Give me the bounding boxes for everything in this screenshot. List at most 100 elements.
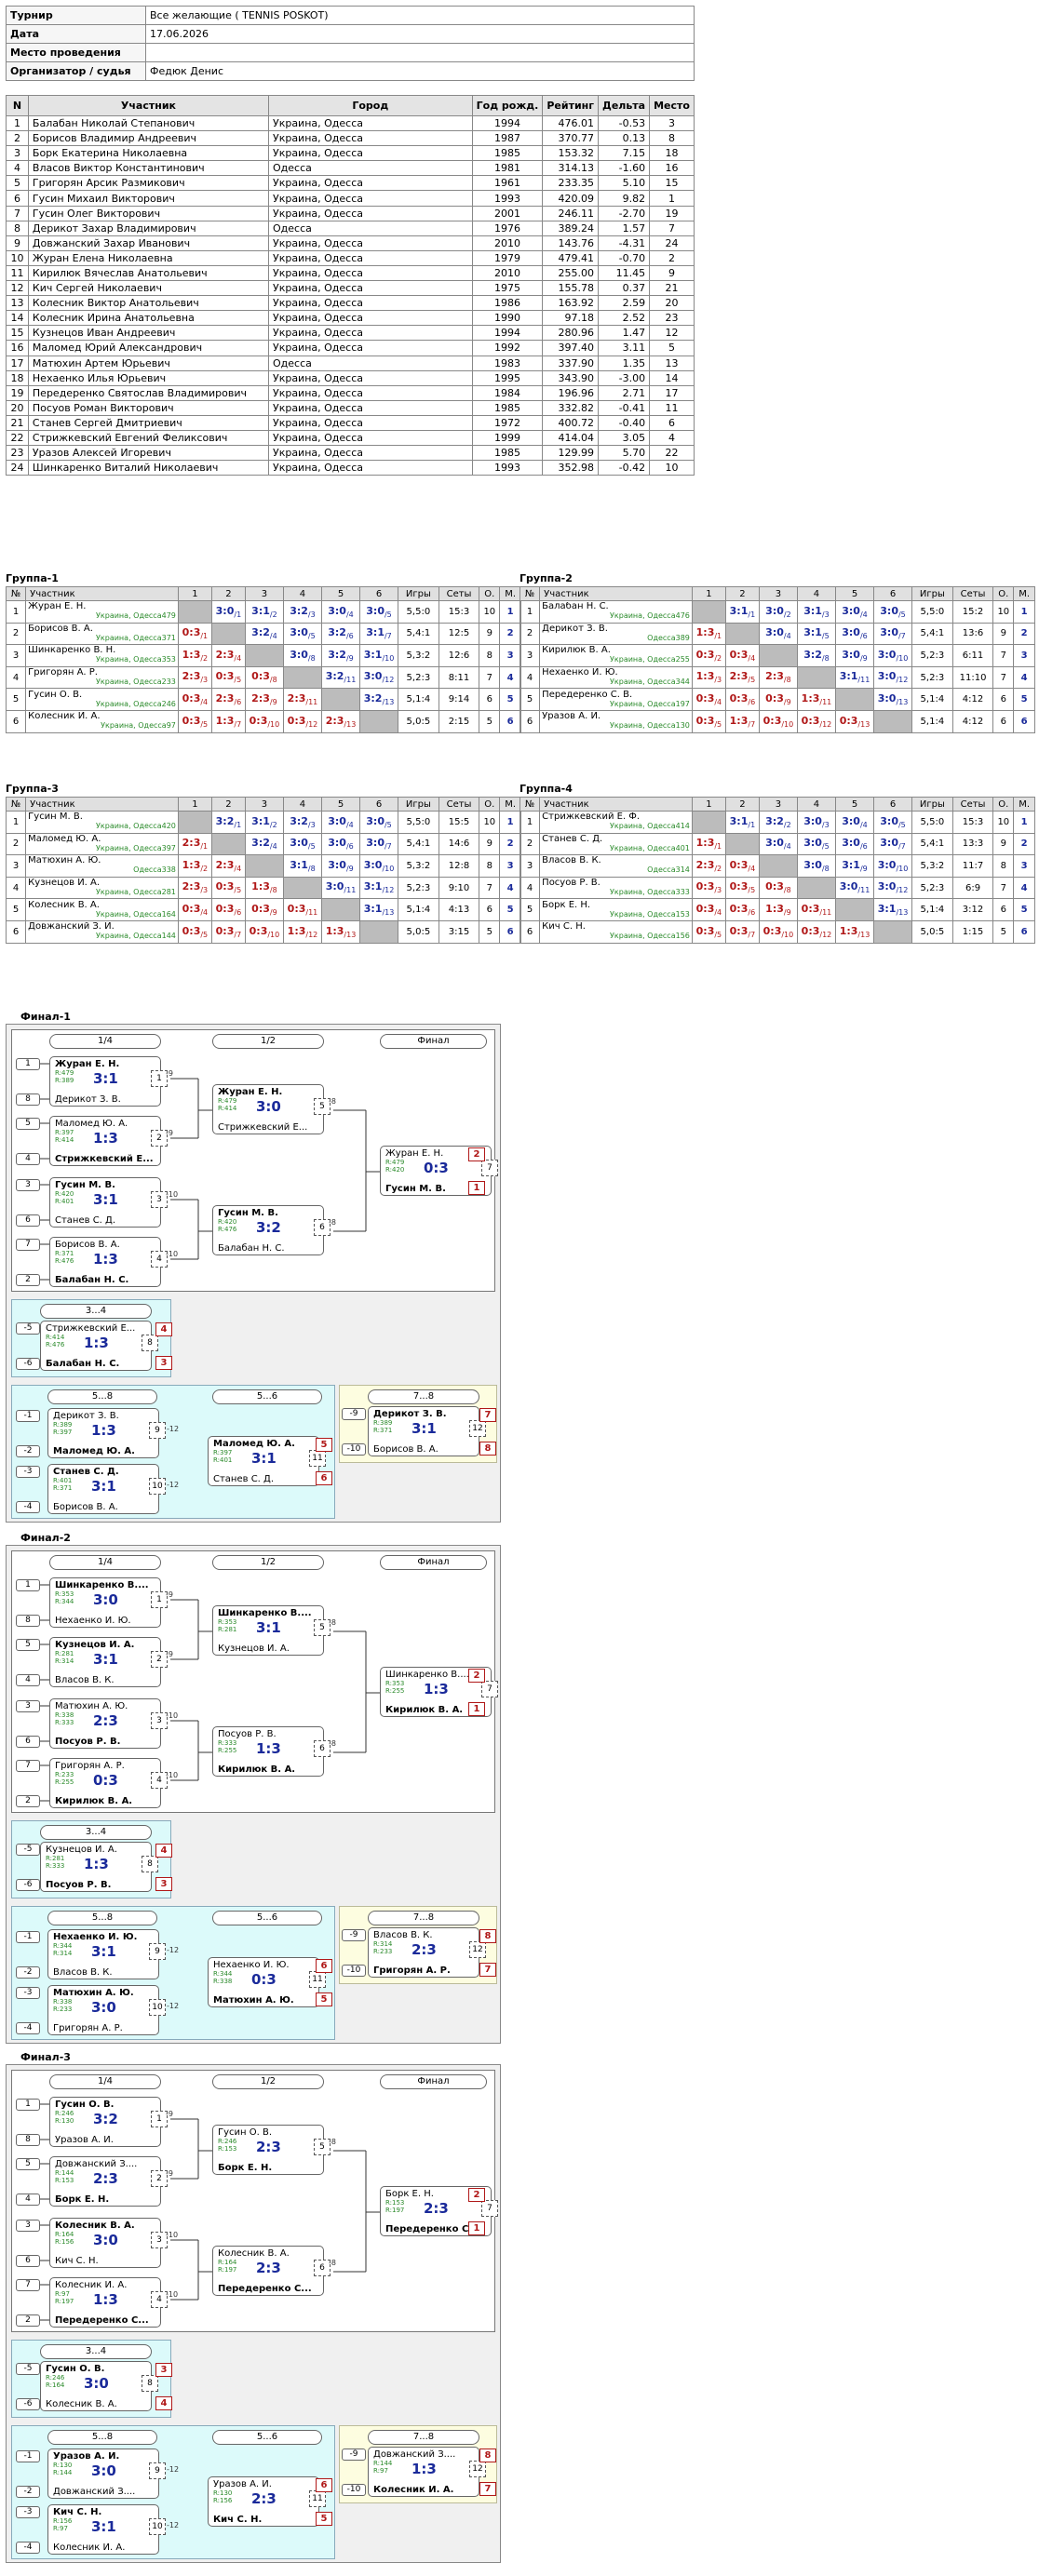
group-row-number: 3 xyxy=(5,644,27,667)
place-badge: 2 xyxy=(468,1669,485,1683)
group-match-number: /5 xyxy=(307,842,316,852)
group-match-score: 0:3 xyxy=(251,670,270,683)
group-match-number: /10 xyxy=(382,654,395,664)
match-score: 3:1 xyxy=(91,1943,116,1960)
group-match-score: 3:2 xyxy=(765,814,784,827)
group-match-score: 1:3 xyxy=(695,837,715,850)
group-match-cell: 3:1/2 xyxy=(244,811,284,834)
group-match-cell: 3:0/8 xyxy=(796,854,836,878)
participant-delta: 9.82 xyxy=(598,190,651,207)
match-score: 1:3 xyxy=(93,1251,118,1268)
group-match-number: /3 xyxy=(307,820,316,829)
participant-row: 16 Маломед Юрий Александрович Украина, Оде… xyxy=(6,340,695,356)
seed-box: 7 xyxy=(16,1760,40,1772)
group-match-score: 3:0 xyxy=(839,880,858,893)
group-match-score: 3:1 xyxy=(366,626,385,639)
participant-city: Одесса xyxy=(267,355,473,371)
group-sets: 11:7 xyxy=(951,854,994,878)
group-row-number: 2 xyxy=(519,832,541,856)
group-match-number: /1 xyxy=(234,610,242,619)
group-cell-self xyxy=(177,811,212,834)
group-match-number: /2 xyxy=(714,654,722,664)
group-match-cell: 3:2/1 xyxy=(210,811,246,834)
group-match-cell: 0:3/6 xyxy=(724,688,760,711)
group-cell-self xyxy=(691,600,726,624)
group-match-number: /8 xyxy=(821,865,830,874)
seed-box: 8 xyxy=(16,2134,40,2146)
group-row: 4 Григорян А. Р. 233 Украина, Одесса 2:3/3 0:… xyxy=(5,665,521,690)
group-player-city-text: Украина, Одесса xyxy=(610,699,676,708)
group-header-row: № Участник 1 2 3 4 5 6 Игры Сеты О. М. xyxy=(519,797,1035,812)
match-rating-1: R:479 xyxy=(385,1159,405,1166)
group-player-name: Колесник В. А. xyxy=(28,900,100,910)
match-rating-1: R:344 xyxy=(213,1970,233,1978)
group-match-number: /5 xyxy=(200,719,209,729)
group-row: 5 Гусин О. В. 246 Украина, Одесса 0:3/4 2:3/6… xyxy=(5,688,521,711)
loser-reference: -9 xyxy=(166,1069,173,1078)
group-match-number: /6 xyxy=(234,908,242,918)
participant-city: Украина, Одесса xyxy=(267,460,473,476)
info-row: Место проведения xyxy=(6,43,695,62)
participant-rating: 479.41 xyxy=(542,249,600,266)
participant-delta: 1.47 xyxy=(598,325,651,342)
participant-year: 1972 xyxy=(471,414,544,431)
group-match-score: 3:0 xyxy=(290,648,308,661)
match-score: 3:1 xyxy=(256,1619,281,1636)
group-match-number: /11 xyxy=(819,908,832,918)
group-col-games: Игры xyxy=(398,797,439,812)
group-col-name: Участник xyxy=(25,586,179,601)
group-row: 5 Колесник В. А. 164 Украина, Одесса 0:3/4 0:… xyxy=(5,898,521,921)
participant-place: 5 xyxy=(649,340,695,356)
seed-box: -5 xyxy=(16,1322,40,1335)
group-player: Борк Е. Н. 153 Украина, Одесса xyxy=(539,898,693,921)
group-place: 3 xyxy=(1013,854,1035,878)
group-match-score: 3:0 xyxy=(366,837,385,850)
group-sets: 3:15 xyxy=(438,919,480,944)
group-match-number: /11 xyxy=(857,886,870,895)
match-rating-2: R:97 xyxy=(53,2525,68,2532)
participant-delta: 0.37 xyxy=(598,280,651,297)
group-match-score: 1:3 xyxy=(801,692,820,705)
group-match-score: 3:0 xyxy=(880,626,898,639)
participant-city: Украина, Одесса xyxy=(267,190,473,207)
group-place: 1 xyxy=(1013,811,1035,834)
group-col-no: № xyxy=(5,586,27,601)
participant-n: 21 xyxy=(6,414,29,431)
group-points: 8 xyxy=(479,854,501,878)
participant-place: 10 xyxy=(649,460,695,476)
match-player-1: Уразов А. И. xyxy=(53,2451,120,2462)
group-match-number: /13 xyxy=(344,930,357,939)
participant-year: 1993 xyxy=(471,460,544,476)
match-rating-2: R:401 xyxy=(55,1198,74,1205)
group-header-row: № Участник 1 2 3 4 5 6 Игры Сеты О. М. xyxy=(5,797,521,812)
match-rating-1: R:479 xyxy=(55,1069,74,1077)
seed-box: -1 xyxy=(16,1931,40,1943)
group-match-number: /12 xyxy=(819,719,832,729)
place-badge: 7 xyxy=(479,1408,496,1422)
participant-city: Украина, Одесса xyxy=(267,429,473,447)
participant-delta: 5.70 xyxy=(598,445,651,462)
participant-city: Украина, Одесса xyxy=(267,295,473,312)
group-match-score: 1:3 xyxy=(729,714,749,727)
bracket-match: Довжанский З.... R:144 R:97 1:3 Колесник И. … xyxy=(368,2447,486,2497)
group-row-number: 4 xyxy=(5,665,27,690)
group-col-c1: 1 xyxy=(177,797,212,812)
match-player-2: Посуов Р. В. xyxy=(55,1737,121,1747)
match-rating-1: R:246 xyxy=(218,2138,237,2145)
group-row: 1 Гусин М. В. 420 Украина, Одесса 3:2/1 3:1/2… xyxy=(5,811,521,834)
seed-box: 7 xyxy=(16,1239,40,1251)
group-match-number: /6 xyxy=(859,632,868,641)
seed-box: -10 xyxy=(342,2484,366,2496)
group-player-city-text: Украина, Одесса xyxy=(96,932,162,941)
group-player-rating: 97 xyxy=(166,721,176,731)
group-col-place: М. xyxy=(499,586,521,601)
group-sets: 1:15 xyxy=(951,919,994,944)
group-match-cell: 3:0/8 xyxy=(282,644,322,667)
group-row-number: 2 xyxy=(519,622,541,646)
group-col-c3: 3 xyxy=(758,797,798,812)
match-player-1: Кузнецов И. А. xyxy=(46,1845,117,1855)
group-match-score: 3:1 xyxy=(290,858,308,871)
group-match-cell: 2:3/2 xyxy=(691,854,726,878)
group-match-number: /8 xyxy=(307,865,316,874)
match-player-1: Матюхин А. Ю. xyxy=(53,1988,134,1998)
